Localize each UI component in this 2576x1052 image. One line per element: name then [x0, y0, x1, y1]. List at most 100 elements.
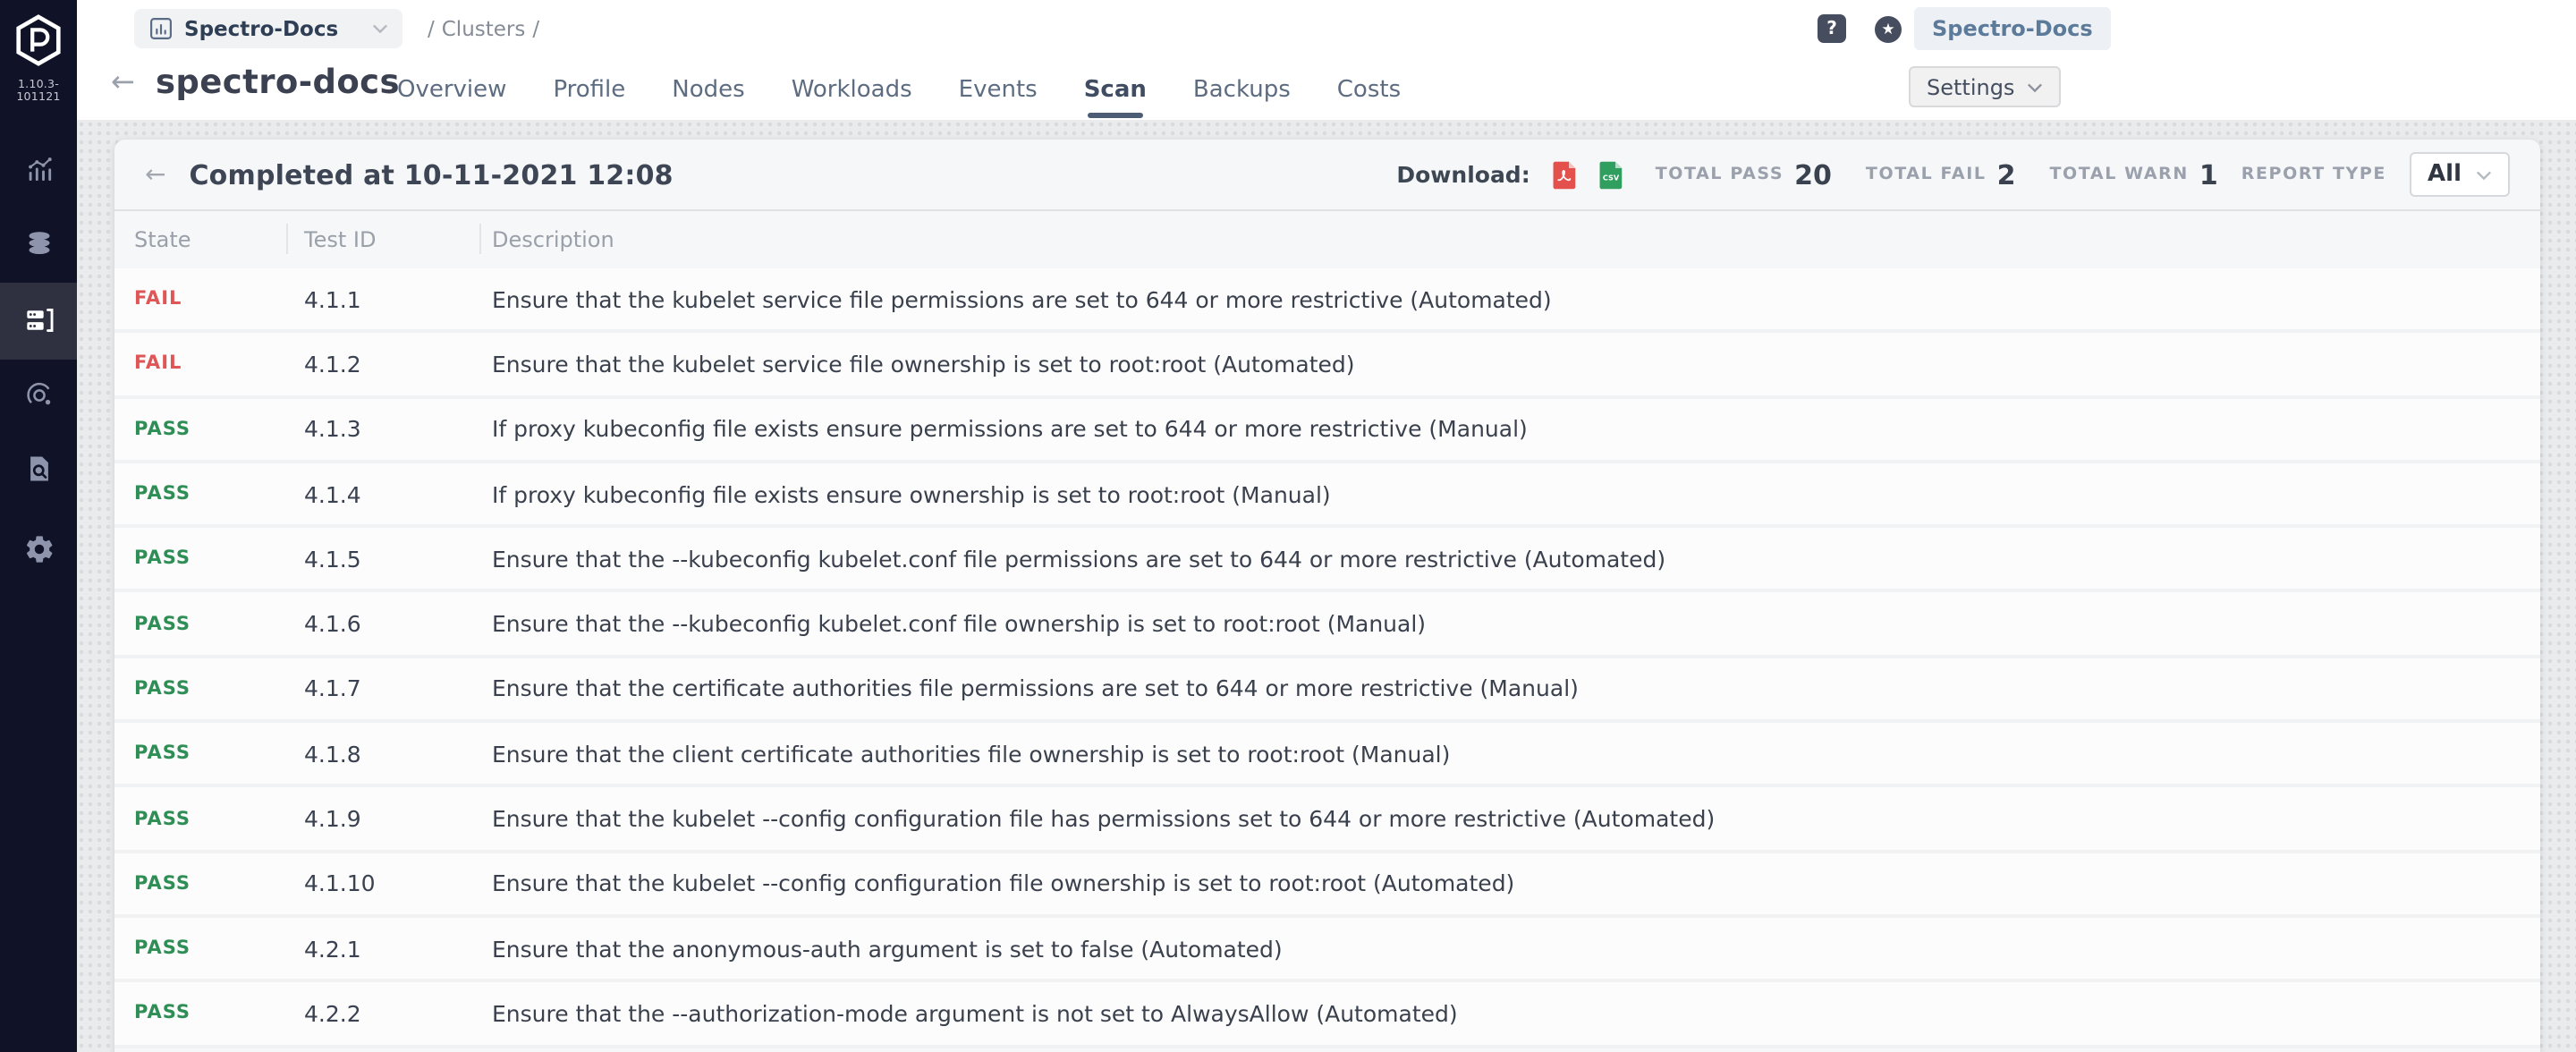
- state-badge: PASS: [134, 808, 304, 829]
- total-fail-value: 2: [1997, 158, 2016, 191]
- breadcrumb-clusters-link[interactable]: Clusters: [442, 16, 526, 41]
- test-id: 4.2.2: [304, 1000, 492, 1027]
- breadcrumb-slash: /: [532, 16, 539, 41]
- state-badge: PASS: [134, 548, 304, 570]
- table-row[interactable]: PASS4.1.8Ensure that the client certific…: [114, 723, 2540, 788]
- spectrocloud-logo: [11, 13, 66, 68]
- app-root: 1.10.3-101121 Spectro-Docs / Clusters / …: [0, 0, 2576, 1052]
- test-id: 4.1.2: [304, 351, 492, 378]
- audit-log-icon: [22, 453, 55, 485]
- sidebar-item-profiles[interactable]: [0, 205, 77, 282]
- sidebar-item-workspaces[interactable]: [0, 357, 77, 434]
- state-badge: PASS: [134, 418, 304, 439]
- total-pass-value: 20: [1794, 158, 1832, 191]
- test-id: 4.2.1: [304, 935, 492, 962]
- table-row[interactable]: FAIL4.1.1Ensure that the kubelet service…: [114, 268, 2540, 334]
- breadcrumb-slash: /: [428, 16, 435, 41]
- test-description: Ensure that the kubelet --config configu…: [492, 870, 2540, 897]
- total-warn-value: 1: [2199, 158, 2218, 191]
- test-id: 4.1.3: [304, 415, 492, 442]
- table-row[interactable]: PASS4.1.4If proxy kubeconfig file exists…: [114, 463, 2540, 529]
- table-row[interactable]: PASS4.1.9Ensure that the kubelet --confi…: [114, 788, 2540, 853]
- test-description: Ensure that the kubelet service file own…: [492, 351, 2540, 378]
- column-divider: [479, 224, 481, 254]
- column-header-test-id: Test ID: [304, 227, 492, 252]
- table-row[interactable]: PASS4.1.6Ensure that the --kubeconfig ku…: [114, 593, 2540, 658]
- help-icon[interactable]: ?: [1818, 14, 1846, 43]
- total-fail: TOTAL FAIL 2: [1866, 158, 2016, 191]
- project-selector[interactable]: Spectro-Docs: [134, 9, 402, 48]
- column-header-state: State: [134, 227, 304, 252]
- test-description: If proxy kubeconfig file exists ensure o…: [492, 480, 2540, 507]
- chevron-down-icon: [2027, 81, 2043, 92]
- top-bar: Spectro-Docs / Clusters / ? ★ Spectro-Do…: [77, 0, 2576, 120]
- test-id: 4.1.5: [304, 546, 492, 573]
- totals: TOTAL PASS 20 TOTAL FAIL 2 TOTAL WARN1: [1656, 158, 2218, 191]
- cluster-title: spectro-docs: [156, 64, 400, 102]
- test-description: Ensure that the certificate authorities …: [492, 675, 2540, 702]
- star-badge-icon[interactable]: ★: [1875, 16, 1902, 43]
- table-row[interactable]: PASS4.1.5Ensure that the --kubeconfig ku…: [114, 528, 2540, 593]
- table-row[interactable]: PASS4.2.2Ensure that the --authorization…: [114, 983, 2540, 1048]
- download-label: Download:: [1396, 161, 1530, 188]
- test-id: 4.1.10: [304, 870, 492, 897]
- scan-table-body: FAIL 4.1.1 Ensure that the kubelet service…: [114, 268, 2540, 1048]
- tab-scan[interactable]: Scan: [1080, 59, 1150, 120]
- download-csv-icon[interactable]: CSV: [1600, 160, 1623, 189]
- scan-completed-label: Completed at 10-11-2021 12:08: [189, 158, 673, 191]
- sidebar-item-analytics[interactable]: [0, 130, 77, 207]
- total-pass: TOTAL PASS 20: [1656, 158, 1832, 191]
- table-row[interactable]: PASS4.1.7Ensure that the certificate aut…: [114, 658, 2540, 724]
- tab-profile[interactable]: Profile: [549, 59, 629, 120]
- tab-backups[interactable]: Backups: [1190, 59, 1294, 120]
- state-badge: FAIL: [134, 353, 304, 375]
- sidebar-item-audit[interactable]: [0, 430, 77, 507]
- tab-overview[interactable]: Overview: [394, 59, 510, 120]
- project-chart-icon: [148, 16, 174, 41]
- scan-card-header: ← Completed at 10-11-2021 12:08 Download…: [114, 140, 2540, 211]
- test-id: 4.1.6: [304, 610, 492, 637]
- state-badge: PASS: [134, 742, 304, 764]
- layers-icon: [22, 227, 55, 259]
- download-pdf-icon[interactable]: [1554, 160, 1577, 189]
- test-description: Ensure that the --kubeconfig kubelet.con…: [492, 546, 2540, 573]
- scan-header-right: Download: CSV TOTAL PASS20TOTAL FAI: [1396, 152, 2510, 197]
- settings-button[interactable]: Settings: [1909, 66, 2061, 107]
- state-badge: PASS: [134, 613, 304, 634]
- account-project-chip[interactable]: Spectro-Docs: [1914, 7, 2111, 50]
- table-row[interactable]: PASS4.1.3If proxy kubeconfig file exists…: [114, 398, 2540, 463]
- column-header-description: Description: [492, 227, 2540, 252]
- sidebar-item-settings[interactable]: [0, 511, 77, 588]
- state-badge: PASS: [134, 937, 304, 959]
- tab-events[interactable]: Events: [955, 59, 1041, 120]
- test-description: Ensure that the client certificate autho…: [492, 740, 2540, 767]
- report-type-label: REPORT TYPE: [2241, 165, 2386, 184]
- scan-results-card: ← Completed at 10-11-2021 12:08 Download…: [114, 140, 2540, 1052]
- total-fail-label: TOTAL FAIL: [1866, 165, 1987, 184]
- table-row[interactable]: FAIL4.1.2Ensure that the kubelet service…: [114, 334, 2540, 399]
- table-row[interactable]: PASS4.1.10Ensure that the kubelet --conf…: [114, 853, 2540, 918]
- test-description: Ensure that the anonymous-auth argument …: [492, 935, 2540, 962]
- state-badge: PASS: [134, 1003, 304, 1024]
- table-row[interactable]: PASS4.2.1Ensure that the anonymous-auth …: [114, 918, 2540, 983]
- chevron-down-icon: [2476, 169, 2492, 180]
- report-type-select[interactable]: All: [2410, 152, 2510, 197]
- test-id: 4.1.1: [304, 285, 492, 312]
- tab-workloads[interactable]: Workloads: [788, 59, 916, 120]
- total-pass-label: TOTAL PASS: [1656, 165, 1784, 184]
- total-warn: TOTAL WARN1: [2050, 158, 2218, 191]
- tab-costs[interactable]: Costs: [1334, 59, 1404, 120]
- project-selector-label: Spectro-Docs: [184, 16, 361, 41]
- report-type-value: All: [2428, 161, 2462, 188]
- column-divider: [286, 224, 288, 254]
- state-badge: PASS: [134, 678, 304, 700]
- sidebar-item-clusters[interactable]: [0, 282, 77, 359]
- scan-table-header: State Test ID Description: [114, 211, 2540, 268]
- settings-button-label: Settings: [1927, 74, 2014, 99]
- version-label: 1.10.3-101121: [0, 79, 77, 104]
- tab-nodes[interactable]: Nodes: [668, 59, 748, 120]
- test-description: Ensure that the --authorization-mode arg…: [492, 1000, 2540, 1027]
- test-id: 4.1.4: [304, 480, 492, 507]
- back-arrow-icon[interactable]: ←: [111, 64, 135, 100]
- scan-back-arrow-icon[interactable]: ←: [145, 160, 165, 189]
